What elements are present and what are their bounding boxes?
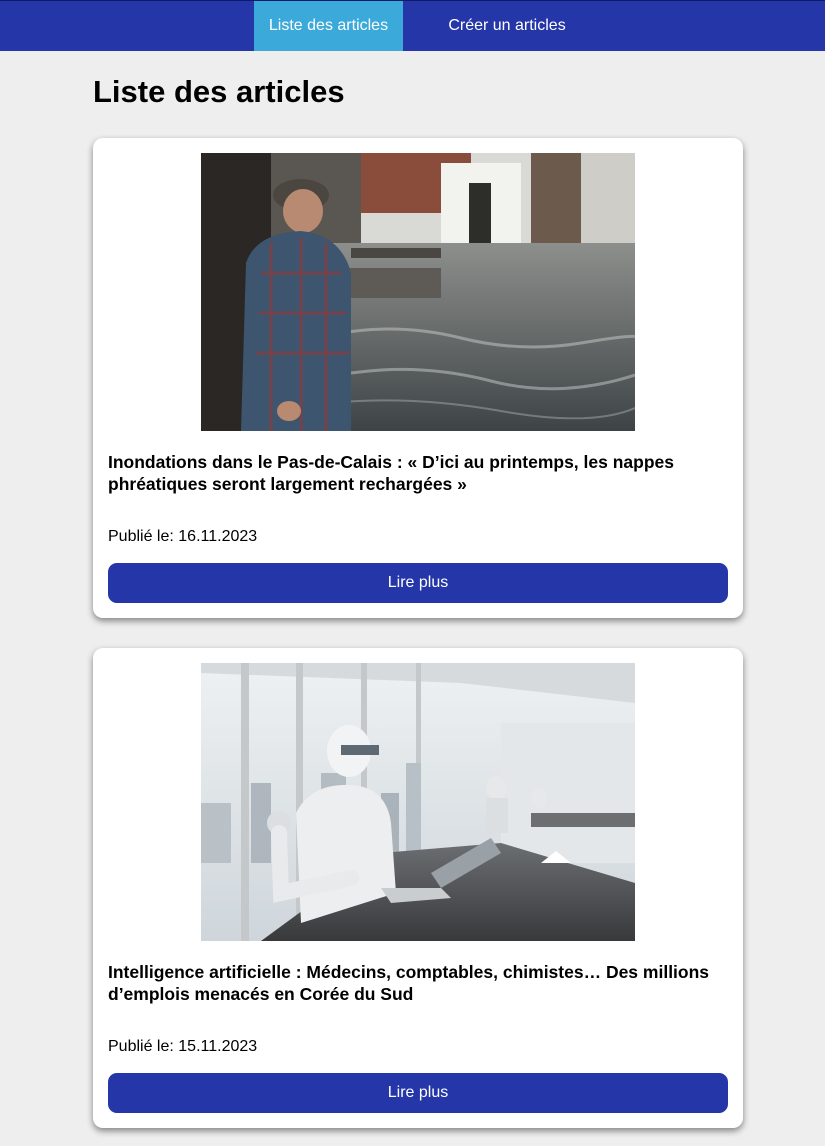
- top-navigation-bar: Liste des articles Créer un articles: [0, 0, 825, 51]
- article-card: Intelligence artificielle : Médecins, co…: [93, 648, 743, 1128]
- article-title[interactable]: Intelligence artificielle : Médecins, co…: [108, 961, 728, 1005]
- article-date: Publié le: 15.11.2023: [108, 1038, 258, 1055]
- page-title: Liste des articles: [93, 74, 345, 109]
- nav-link-article-list[interactable]: Liste des articles: [254, 1, 403, 51]
- nav-link-create-article[interactable]: Créer un articles: [433, 1, 581, 51]
- read-more-button[interactable]: Lire plus: [108, 1073, 728, 1113]
- article-image-ai: [201, 663, 635, 941]
- read-more-button[interactable]: Lire plus: [108, 563, 728, 603]
- article-image-flood: [201, 153, 635, 431]
- article-date: Publié le: 16.11.2023: [108, 528, 258, 545]
- article-card: Inondations dans le Pas-de-Calais : « D’…: [93, 138, 743, 618]
- article-title[interactable]: Inondations dans le Pas-de-Calais : « D’…: [108, 451, 728, 495]
- flood-photo: [201, 153, 635, 431]
- robot-office-photo: [201, 663, 635, 941]
